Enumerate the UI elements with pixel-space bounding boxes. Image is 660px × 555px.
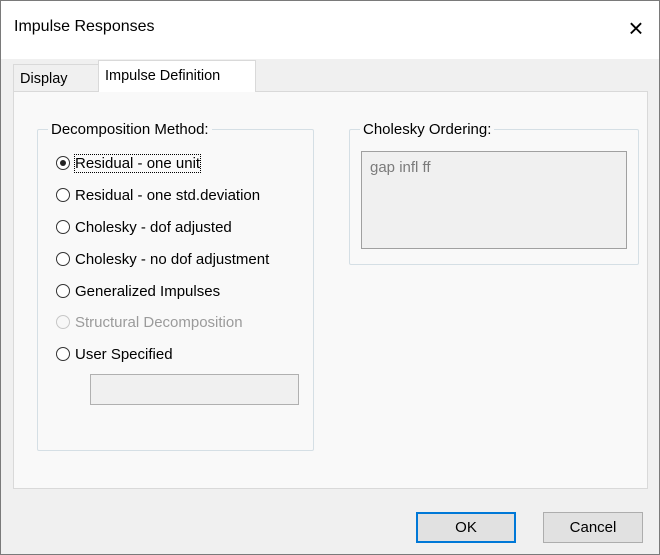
- tab-display[interactable]: Display: [13, 64, 99, 91]
- ok-button[interactable]: OK: [416, 512, 516, 543]
- radio-structural-decomposition-label: Structural Decomposition: [75, 313, 243, 331]
- radio-generalized-impulses[interactable]: Generalized Impulses: [56, 280, 220, 302]
- radio-selected-icon: [56, 156, 70, 170]
- title-bar: Impulse Responses ×: [1, 1, 659, 59]
- decomposition-method-legend: Decomposition Method:: [51, 121, 209, 138]
- cholesky-ordering-field[interactable]: gap infl ff: [361, 151, 627, 249]
- cancel-button[interactable]: Cancel: [543, 512, 643, 543]
- radio-icon: [56, 188, 70, 202]
- cholesky-ordering-legend: Cholesky Ordering:: [363, 121, 492, 138]
- user-specified-input[interactable]: [90, 374, 299, 405]
- window-title: Impulse Responses: [14, 18, 155, 35]
- radio-disabled-icon: [56, 315, 70, 329]
- radio-cholesky-no-dof-adjustment[interactable]: Cholesky - no dof adjustment: [56, 248, 269, 270]
- radio-residual-one-std-deviation-label: Residual - one std.deviation: [75, 186, 261, 204]
- radio-cholesky-dof-adjusted[interactable]: Cholesky - dof adjusted: [56, 216, 232, 238]
- radio-icon: [56, 347, 70, 361]
- radio-cholesky-no-dof-adjustment-label: Cholesky - no dof adjustment: [75, 250, 270, 268]
- ok-button-label: OK: [455, 519, 477, 536]
- radio-generalized-impulses-label: Generalized Impulses: [75, 282, 221, 300]
- close-icon: ×: [628, 13, 644, 43]
- radio-structural-decomposition: Structural Decomposition: [56, 311, 243, 333]
- close-button[interactable]: ×: [619, 13, 653, 43]
- tab-impulse-definition[interactable]: Impulse Definition: [98, 60, 256, 92]
- radio-icon: [56, 284, 70, 298]
- impulse-responses-dialog: Impulse Responses × Display Impulse Defi…: [0, 0, 660, 555]
- radio-icon: [56, 252, 70, 266]
- radio-residual-one-std-deviation[interactable]: Residual - one std.deviation: [56, 184, 260, 206]
- radio-cholesky-dof-adjusted-label: Cholesky - dof adjusted: [75, 218, 232, 236]
- radio-user-specified-label: User Specified: [75, 345, 173, 363]
- radio-user-specified[interactable]: User Specified: [56, 343, 173, 365]
- tab-impulse-definition-label: Impulse Definition: [105, 68, 221, 84]
- radio-icon: [56, 220, 70, 234]
- tab-display-label: Display: [20, 71, 68, 87]
- radio-residual-one-unit[interactable]: Residual - one unit: [56, 152, 202, 174]
- radio-residual-one-unit-label: Residual - one unit: [73, 153, 202, 173]
- cancel-button-label: Cancel: [569, 519, 617, 536]
